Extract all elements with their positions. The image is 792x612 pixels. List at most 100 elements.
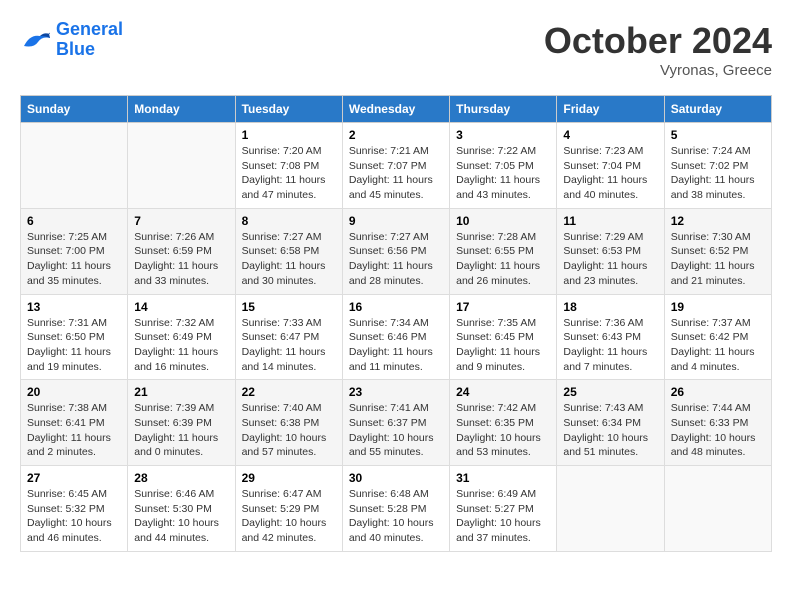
logo-text: General Blue <box>56 20 123 60</box>
day-number: 24 <box>456 385 550 399</box>
col-header-tuesday: Tuesday <box>235 96 342 123</box>
calendar-cell: 25Sunrise: 7:43 AMSunset: 6:34 PMDayligh… <box>557 380 664 466</box>
day-info: Sunrise: 6:45 AMSunset: 5:32 PMDaylight:… <box>27 487 121 546</box>
day-info: Sunrise: 7:24 AMSunset: 7:02 PMDaylight:… <box>671 144 765 203</box>
day-info: Sunrise: 7:25 AMSunset: 7:00 PMDaylight:… <box>27 230 121 289</box>
day-info: Sunrise: 7:22 AMSunset: 7:05 PMDaylight:… <box>456 144 550 203</box>
day-info: Sunrise: 7:42 AMSunset: 6:35 PMDaylight:… <box>456 401 550 460</box>
day-number: 17 <box>456 300 550 314</box>
week-row-4: 20 Sunrise: 7:38 AMSunset: 6:41 PMDayligh… <box>21 380 772 466</box>
calendar-cell: 12Sunrise: 7:30 AMSunset: 6:52 PMDayligh… <box>664 208 771 294</box>
calendar-cell: 27 Sunrise: 6:45 AMSunset: 5:32 PMDayligh… <box>21 466 128 552</box>
col-header-saturday: Saturday <box>664 96 771 123</box>
week-row-2: 6 Sunrise: 7:25 AMSunset: 7:00 PMDaylight… <box>21 208 772 294</box>
calendar-cell: 1 Sunrise: 7:20 AMSunset: 7:08 PMDaylight… <box>235 123 342 209</box>
calendar-cell: 29Sunrise: 6:47 AMSunset: 5:29 PMDayligh… <box>235 466 342 552</box>
week-row-3: 13 Sunrise: 7:31 AMSunset: 6:50 PMDayligh… <box>21 294 772 380</box>
calendar-table: SundayMondayTuesdayWednesdayThursdayFrid… <box>20 95 772 552</box>
day-info: Sunrise: 7:26 AMSunset: 6:59 PMDaylight:… <box>134 230 228 289</box>
calendar-cell <box>21 123 128 209</box>
day-number: 18 <box>563 300 657 314</box>
col-header-sunday: Sunday <box>21 96 128 123</box>
calendar-cell: 30Sunrise: 6:48 AMSunset: 5:28 PMDayligh… <box>342 466 449 552</box>
day-number: 27 <box>27 471 121 485</box>
day-number: 19 <box>671 300 765 314</box>
day-number: 7 <box>134 214 228 228</box>
month-title: October 2024 <box>544 20 772 62</box>
day-number: 30 <box>349 471 443 485</box>
day-info: Sunrise: 7:40 AMSunset: 6:38 PMDaylight:… <box>242 401 336 460</box>
day-info: Sunrise: 7:41 AMSunset: 6:37 PMDaylight:… <box>349 401 443 460</box>
title-block: October 2024 Vyronas, Greece <box>544 20 772 79</box>
calendar-cell: 21 Sunrise: 7:39 AMSunset: 6:39 PMDayligh… <box>128 380 235 466</box>
day-info: Sunrise: 7:23 AMSunset: 7:04 PMDaylight:… <box>563 144 657 203</box>
day-info: Sunrise: 7:36 AMSunset: 6:43 PMDaylight:… <box>563 316 657 375</box>
day-info: Sunrise: 7:38 AMSunset: 6:41 PMDaylight:… <box>27 401 121 460</box>
calendar-cell: 18 Sunrise: 7:36 AMSunset: 6:43 PMDayligh… <box>557 294 664 380</box>
day-info: Sunrise: 6:46 AMSunset: 5:30 PMDaylight:… <box>134 487 228 546</box>
calendar-cell: 20 Sunrise: 7:38 AMSunset: 6:41 PMDayligh… <box>21 380 128 466</box>
day-number: 10 <box>456 214 550 228</box>
calendar-cell: 6 Sunrise: 7:25 AMSunset: 7:00 PMDaylight… <box>21 208 128 294</box>
day-number: 4 <box>563 128 657 142</box>
day-number: 20 <box>27 385 121 399</box>
day-info: Sunrise: 7:32 AMSunset: 6:49 PMDaylight:… <box>134 316 228 375</box>
calendar-cell: 4 Sunrise: 7:23 AMSunset: 7:04 PMDaylight… <box>557 123 664 209</box>
calendar-cell: 16Sunrise: 7:34 AMSunset: 6:46 PMDayligh… <box>342 294 449 380</box>
calendar-cell: 26Sunrise: 7:44 AMSunset: 6:33 PMDayligh… <box>664 380 771 466</box>
day-number: 31 <box>456 471 550 485</box>
day-number: 21 <box>134 385 228 399</box>
day-info: Sunrise: 7:29 AMSunset: 6:53 PMDaylight:… <box>563 230 657 289</box>
calendar-cell: 17 Sunrise: 7:35 AMSunset: 6:45 PMDayligh… <box>450 294 557 380</box>
week-row-5: 27 Sunrise: 6:45 AMSunset: 5:32 PMDayligh… <box>21 466 772 552</box>
day-number: 28 <box>134 471 228 485</box>
col-header-wednesday: Wednesday <box>342 96 449 123</box>
week-row-1: 1 Sunrise: 7:20 AMSunset: 7:08 PMDaylight… <box>21 123 772 209</box>
day-info: Sunrise: 7:44 AMSunset: 6:33 PMDaylight:… <box>671 401 765 460</box>
location: Vyronas, Greece <box>544 62 772 79</box>
calendar-cell: 15Sunrise: 7:33 AMSunset: 6:47 PMDayligh… <box>235 294 342 380</box>
day-number: 14 <box>134 300 228 314</box>
day-info: Sunrise: 7:21 AMSunset: 7:07 PMDaylight:… <box>349 144 443 203</box>
calendar-cell: 2 Sunrise: 7:21 AMSunset: 7:07 PMDaylight… <box>342 123 449 209</box>
day-info: Sunrise: 6:49 AMSunset: 5:27 PMDaylight:… <box>456 487 550 546</box>
calendar-cell: 28 Sunrise: 6:46 AMSunset: 5:30 PMDayligh… <box>128 466 235 552</box>
day-number: 9 <box>349 214 443 228</box>
day-number: 16 <box>349 300 443 314</box>
calendar-cell <box>664 466 771 552</box>
day-info: Sunrise: 6:47 AMSunset: 5:29 PMDaylight:… <box>242 487 336 546</box>
calendar-cell: 10 Sunrise: 7:28 AMSunset: 6:55 PMDayligh… <box>450 208 557 294</box>
day-number: 13 <box>27 300 121 314</box>
calendar-cell <box>128 123 235 209</box>
day-number: 8 <box>242 214 336 228</box>
calendar-cell: 5Sunrise: 7:24 AMSunset: 7:02 PMDaylight… <box>664 123 771 209</box>
day-info: Sunrise: 7:39 AMSunset: 6:39 PMDaylight:… <box>134 401 228 460</box>
col-header-thursday: Thursday <box>450 96 557 123</box>
calendar-cell: 24 Sunrise: 7:42 AMSunset: 6:35 PMDayligh… <box>450 380 557 466</box>
day-number: 1 <box>242 128 336 142</box>
day-info: Sunrise: 7:30 AMSunset: 6:52 PMDaylight:… <box>671 230 765 289</box>
day-number: 25 <box>563 385 657 399</box>
logo-icon <box>20 26 52 54</box>
day-number: 22 <box>242 385 336 399</box>
col-header-friday: Friday <box>557 96 664 123</box>
day-info: Sunrise: 7:35 AMSunset: 6:45 PMDaylight:… <box>456 316 550 375</box>
calendar-cell: 8 Sunrise: 7:27 AMSunset: 6:58 PMDaylight… <box>235 208 342 294</box>
calendar-cell: 23Sunrise: 7:41 AMSunset: 6:37 PMDayligh… <box>342 380 449 466</box>
day-info: Sunrise: 7:31 AMSunset: 6:50 PMDaylight:… <box>27 316 121 375</box>
day-info: Sunrise: 7:20 AMSunset: 7:08 PMDaylight:… <box>242 144 336 203</box>
calendar-cell: 14 Sunrise: 7:32 AMSunset: 6:49 PMDayligh… <box>128 294 235 380</box>
logo: General Blue <box>20 20 123 60</box>
day-info: Sunrise: 7:28 AMSunset: 6:55 PMDaylight:… <box>456 230 550 289</box>
day-info: Sunrise: 7:27 AMSunset: 6:58 PMDaylight:… <box>242 230 336 289</box>
day-info: Sunrise: 7:37 AMSunset: 6:42 PMDaylight:… <box>671 316 765 375</box>
day-number: 15 <box>242 300 336 314</box>
day-number: 6 <box>27 214 121 228</box>
day-number: 2 <box>349 128 443 142</box>
calendar-cell: 31 Sunrise: 6:49 AMSunset: 5:27 PMDayligh… <box>450 466 557 552</box>
col-header-monday: Monday <box>128 96 235 123</box>
calendar-cell: 19 Sunrise: 7:37 AMSunset: 6:42 PMDayligh… <box>664 294 771 380</box>
calendar-cell: 9Sunrise: 7:27 AMSunset: 6:56 PMDaylight… <box>342 208 449 294</box>
calendar-cell <box>557 466 664 552</box>
calendar-cell: 11Sunrise: 7:29 AMSunset: 6:53 PMDayligh… <box>557 208 664 294</box>
